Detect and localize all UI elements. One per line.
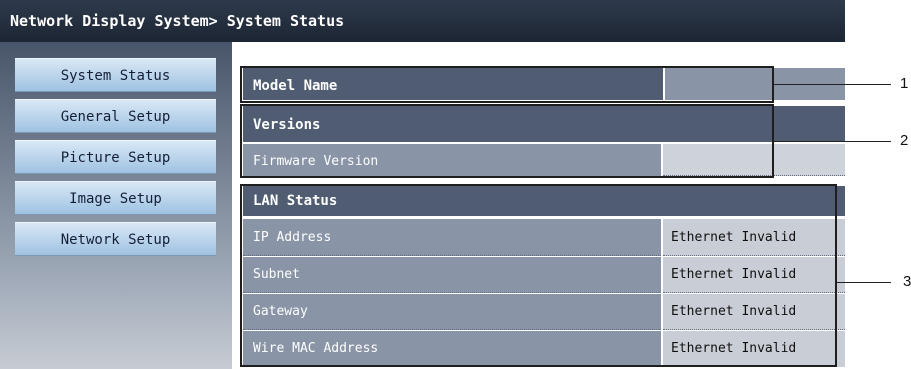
- title-bar: Network Display System> System Status: [0, 0, 845, 42]
- sidebar-item-image-setup[interactable]: Image Setup: [15, 181, 216, 215]
- callout-number-1: 1: [900, 75, 909, 92]
- sidebar-item-system-status[interactable]: System Status: [15, 58, 216, 92]
- callout-leader-3: [837, 282, 891, 283]
- page-title: Network Display System> System Status: [10, 12, 345, 30]
- callout-frame-3: [240, 184, 837, 367]
- callout-leader-2: [774, 141, 891, 142]
- callout-number-2: 2: [900, 132, 909, 149]
- callout-frame-1: [240, 66, 774, 103]
- sidebar-item-picture-setup[interactable]: Picture Setup: [15, 140, 216, 174]
- callout-leader-1: [774, 84, 891, 85]
- sidebar-item-general-setup[interactable]: General Setup: [15, 99, 216, 133]
- callout-frame-2: [240, 104, 774, 178]
- sidebar-item-network-setup[interactable]: Network Setup: [15, 222, 216, 256]
- callout-number-3: 3: [903, 273, 911, 290]
